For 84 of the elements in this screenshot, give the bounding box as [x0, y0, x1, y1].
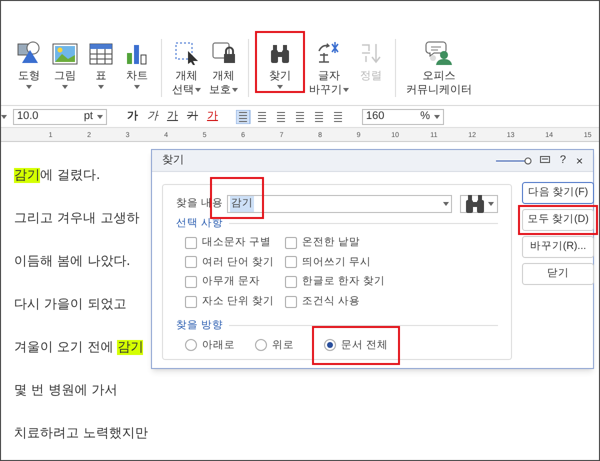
find-value: 감기	[230, 196, 254, 212]
caret-icon	[232, 88, 238, 92]
caret-icon	[434, 114, 440, 118]
ribbon-tool-button[interactable]: 표	[85, 39, 117, 89]
ribbon-tool-button[interactable]: 차트	[121, 39, 153, 89]
picture-icon	[52, 43, 78, 65]
text-style-button[interactable]: 가	[187, 108, 198, 125]
ribbon-tool-button[interactable]: 도형	[13, 39, 45, 89]
unit-label: pt	[84, 109, 93, 124]
checkbox-square[interactable]	[185, 256, 197, 268]
direction-radio[interactable]: 아래로	[185, 338, 235, 354]
caret-icon	[443, 202, 449, 206]
dialog-button[interactable]: 다음 찾기(F)	[522, 182, 594, 204]
document-line: 치료하려고 노력했지만	[14, 425, 148, 443]
chat-icon[interactable]	[540, 156, 550, 165]
document-line: 그리고 겨우내 고생하	[14, 210, 140, 228]
ribbon-tool-button[interactable]: 개체 선택	[170, 39, 203, 97]
text-style-button[interactable]: 가	[167, 108, 178, 125]
binoculars-icon	[464, 193, 486, 215]
checkbox-square[interactable]	[185, 236, 197, 249]
option-checkbox[interactable]: 조건식 사용	[285, 294, 445, 310]
checkbox-square[interactable]	[285, 256, 297, 268]
checkbox-square[interactable]	[285, 296, 297, 308]
option-checkbox[interactable]: 자소 단위 찾기	[185, 294, 285, 310]
caret-icon	[1, 114, 7, 118]
dialog-button[interactable]: 닫기	[522, 263, 594, 285]
checkbox-square[interactable]	[185, 296, 197, 308]
option-checkbox[interactable]: 한글로 한자 찾기	[285, 274, 445, 290]
zoom-field[interactable]: 160 %	[362, 108, 444, 124]
caret-icon	[488, 202, 494, 206]
font-size-field[interactable]: 10.0 pt	[13, 108, 107, 124]
radio-circle[interactable]	[324, 339, 336, 352]
document-line: 다시 가을이 되었고	[14, 296, 126, 314]
caret-icon	[343, 88, 349, 92]
help-button[interactable]: ?	[560, 152, 566, 169]
text-style-button[interactable]: 가	[207, 108, 218, 125]
caret-icon	[134, 85, 140, 89]
option-checkbox[interactable]: 온전한 낱말	[285, 234, 445, 250]
option-checkbox[interactable]: 띄어쓰기 무시	[285, 254, 445, 270]
direction-heading: 찾을 방향	[176, 318, 223, 333]
option-checkbox[interactable]: 아무개 문자	[185, 274, 285, 290]
checkbox-square[interactable]	[185, 276, 197, 288]
transparency-slider-icon[interactable]	[496, 156, 532, 164]
caret-icon	[195, 88, 201, 92]
document-line: 감기에 걸렸다.	[14, 167, 100, 185]
binoculars-icon	[269, 43, 291, 65]
document-line: 이듬해 봄에 나았다.	[14, 253, 130, 271]
selection-icon	[174, 41, 200, 65]
ribbon-tool-button[interactable]: 개체 보호	[207, 39, 240, 97]
dialog-button[interactable]: 바꾸기(R)...	[522, 236, 594, 258]
ribbon-tool-button[interactable]: 그림	[49, 39, 81, 89]
options-heading: 선택 사항	[176, 216, 223, 231]
direction-radio[interactable]: 위로	[255, 338, 294, 354]
option-checkbox[interactable]: 대소문자 구별	[185, 234, 285, 250]
ribbon-tool-button[interactable]: 오피스 커뮤니케이터	[404, 39, 474, 97]
font-size-value: 10.0	[17, 109, 40, 124]
sort-icon	[359, 41, 383, 65]
direction-radio[interactable]: 문서 전체	[324, 338, 388, 354]
bar-chart-icon	[125, 43, 149, 65]
search-options-button[interactable]	[460, 195, 498, 213]
option-checkbox[interactable]: 여러 단어 찾기	[185, 254, 285, 270]
ribbon-tool-button[interactable]: 찾기	[257, 33, 303, 91]
close-button[interactable]: ×	[576, 152, 583, 170]
table-icon	[89, 43, 113, 65]
messenger-person-icon	[425, 39, 453, 65]
dialog-title: 찾기	[162, 153, 185, 168]
document-line: 몇 번 병원에 가서	[14, 382, 118, 400]
caret-icon	[62, 85, 68, 89]
text-style-button[interactable]: 가	[127, 108, 138, 125]
dialog-button[interactable]: 모두 찾기(D)	[522, 209, 594, 231]
find-input-field[interactable]: 감기	[226, 195, 452, 213]
caret-icon	[277, 85, 283, 89]
document-line: 겨울이 오기 전에 감기	[14, 339, 144, 357]
zoom-value: 160	[366, 109, 386, 124]
shapes-icon	[16, 41, 42, 65]
caret-icon	[97, 114, 103, 118]
caret-icon	[98, 85, 104, 89]
checkbox-square[interactable]	[285, 276, 297, 288]
lock-icon	[210, 41, 236, 65]
ribbon-tool-button[interactable]: 글자 바꾸기	[307, 39, 351, 97]
percent-label: %	[420, 109, 430, 124]
checkbox-square[interactable]	[285, 236, 297, 249]
caret-icon	[26, 85, 32, 89]
text-style-button[interactable]: 가	[147, 108, 158, 125]
